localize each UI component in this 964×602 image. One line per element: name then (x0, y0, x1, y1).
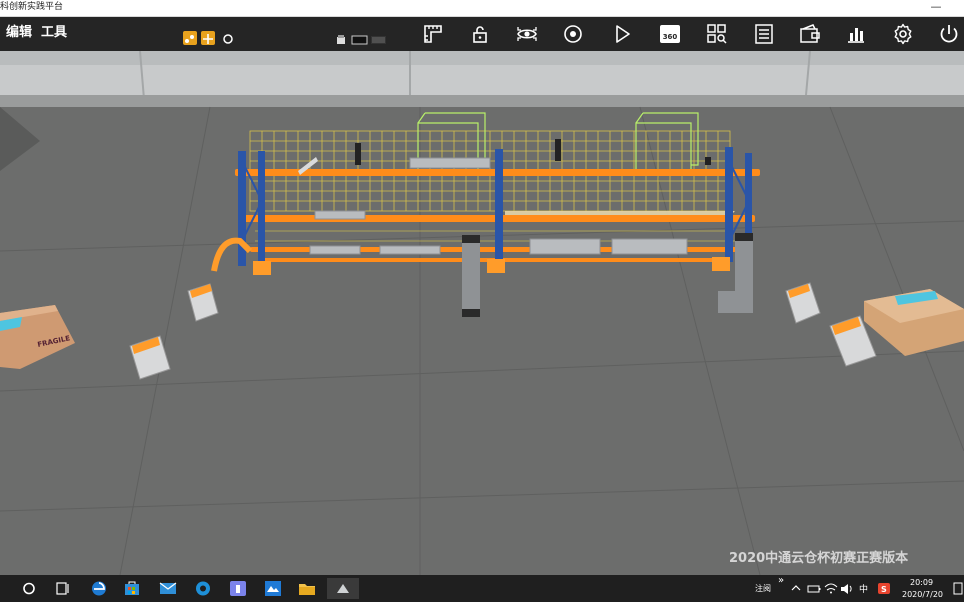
notification-icon[interactable] (952, 578, 964, 599)
scene-viewport[interactable]: FRAGILE 2020中通云仓杯初赛正赛版本 (0, 51, 964, 575)
cloud-app-icon[interactable] (262, 578, 284, 599)
transform-tool-icon[interactable] (183, 31, 197, 45)
search-circle-icon[interactable] (18, 578, 40, 599)
rotate-tool-icon[interactable] (221, 31, 235, 45)
eye-icon[interactable] (515, 22, 539, 46)
version-watermark: 2020中通云仓杯初赛正赛版本 (729, 551, 909, 566)
menu-edit[interactable]: 编辑 (6, 24, 32, 42)
svg-text:S: S (881, 585, 887, 594)
active-app-icon[interactable] (327, 578, 359, 599)
chart-icon[interactable] (844, 22, 868, 46)
grid-search-icon[interactable] (705, 22, 729, 46)
record-icon[interactable] (561, 22, 585, 46)
clock-time[interactable]: 20:09 (910, 578, 933, 588)
power-icon[interactable] (937, 22, 961, 46)
battery-icon[interactable] (806, 578, 822, 599)
svg-text:360: 360 (663, 33, 678, 41)
teams-icon[interactable] (227, 578, 249, 599)
object-c-icon[interactable] (370, 31, 387, 45)
ruler-icon[interactable] (421, 22, 445, 46)
lock-icon[interactable] (468, 22, 492, 46)
view360-icon[interactable]: 360 (658, 22, 682, 46)
warehouse-scene: FRAGILE (0, 51, 964, 575)
edge-icon[interactable] (88, 578, 110, 599)
list-icon[interactable] (752, 22, 776, 46)
store-icon[interactable] (121, 578, 143, 599)
toolbar: 编辑 工具 360 (0, 17, 964, 51)
wallet-icon[interactable] (798, 22, 822, 46)
move-tool-icon[interactable] (201, 31, 215, 45)
file-explorer-icon[interactable] (296, 578, 318, 599)
task-view-icon[interactable] (52, 578, 74, 599)
mail-icon[interactable] (157, 578, 179, 599)
ime-indicator[interactable]: 注阅 (755, 584, 771, 594)
input-method-icon[interactable]: 中 (856, 578, 872, 599)
minimize-button[interactable]: — (922, 0, 950, 16)
sogou-icon[interactable]: S (876, 578, 892, 599)
object-b-icon[interactable] (351, 31, 368, 45)
play-icon[interactable] (610, 22, 634, 46)
window-title: 科创新实践平台 (0, 2, 64, 12)
object-a-icon[interactable] (334, 31, 348, 45)
clock-date[interactable]: 2020/7/20 (902, 590, 943, 600)
menu-tools[interactable]: 工具 (41, 24, 67, 42)
title-bar: 科创新实践平台 — (0, 0, 964, 17)
volume-icon[interactable] (839, 578, 855, 599)
svg-text:中: 中 (859, 583, 868, 595)
browser-icon[interactable] (192, 578, 214, 599)
tray-chevron[interactable]: » (778, 576, 784, 586)
wifi-icon[interactable] (823, 578, 839, 599)
tray-up-arrow-icon[interactable] (788, 578, 804, 599)
taskbar: 注阅 » 中 S 20:09 2020/7/20 (0, 575, 964, 602)
gear-icon[interactable] (891, 22, 915, 46)
